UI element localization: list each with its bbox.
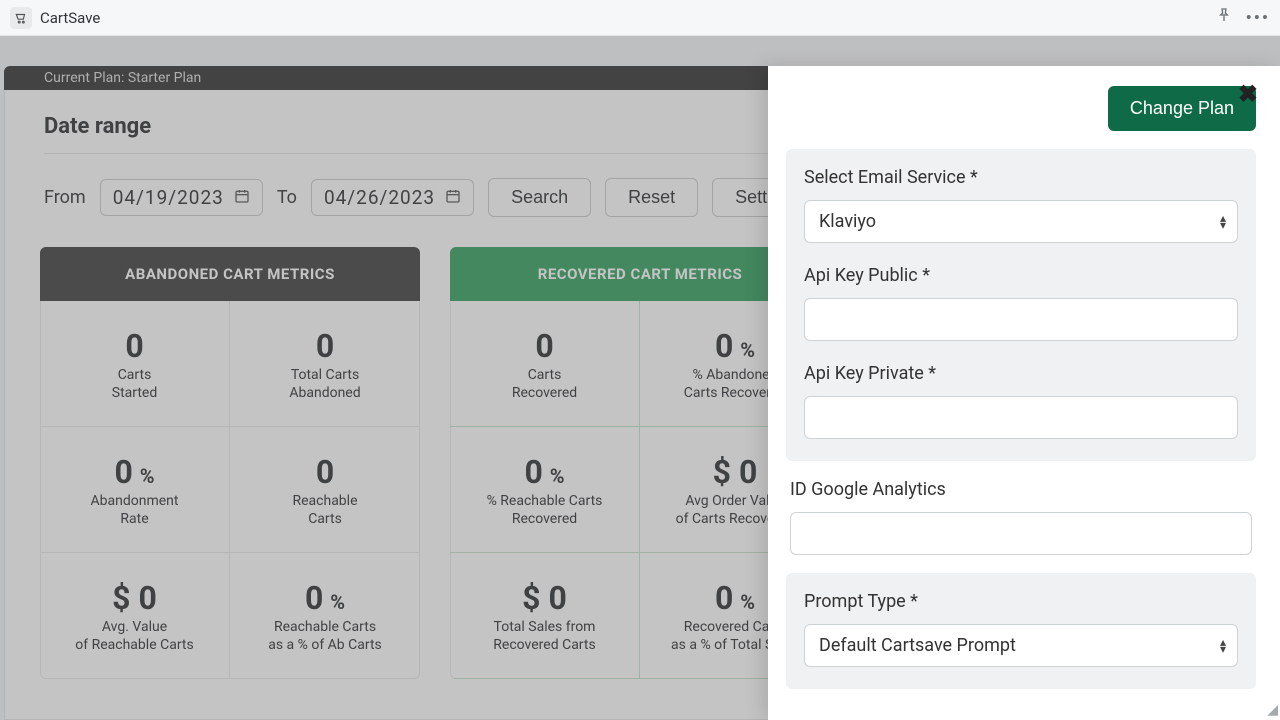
email-service-value: Klaviyo (804, 200, 1238, 243)
settings-panel-body: Change Plan Select Email Service * Klavi… (768, 66, 1280, 720)
api-key-public-input[interactable] (804, 298, 1238, 341)
workspace: Current Plan: Starter Plan Date range Fr… (0, 36, 1280, 720)
close-icon[interactable]: ✖ (1238, 80, 1258, 108)
resize-handle-icon[interactable]: ◢ (1267, 702, 1278, 718)
google-analytics-block: ID Google Analytics (786, 479, 1256, 573)
pin-icon[interactable] (1216, 7, 1232, 28)
change-plan-row: Change Plan (786, 86, 1256, 131)
prompt-type-label: Prompt Type * (804, 591, 1238, 612)
google-analytics-label: ID Google Analytics (790, 479, 1252, 500)
api-key-private-input[interactable] (804, 396, 1238, 439)
prompt-type-value: Default Cartsave Prompt (804, 624, 1238, 667)
email-service-label: Select Email Service * (804, 167, 1238, 188)
google-analytics-input[interactable] (790, 512, 1252, 555)
change-plan-button[interactable]: Change Plan (1108, 86, 1256, 131)
app-title: CartSave (40, 9, 100, 27)
app-icon (10, 7, 32, 29)
api-key-public-label: Api Key Public * (804, 265, 1238, 286)
title-bar: CartSave ••• (0, 0, 1280, 36)
more-icon[interactable]: ••• (1246, 8, 1270, 28)
title-bar-right: ••• (1216, 7, 1270, 28)
settings-panel: ✖ Change Plan Select Email Service * Kla… (768, 66, 1280, 720)
email-service-select[interactable]: Klaviyo ▴▾ (804, 200, 1238, 243)
title-bar-left: CartSave (10, 7, 100, 29)
prompt-type-select[interactable]: Default Cartsave Prompt ▴▾ (804, 624, 1238, 667)
prompt-type-block: Prompt Type * Default Cartsave Prompt ▴▾ (786, 573, 1256, 689)
email-service-block: Select Email Service * Klaviyo ▴▾ Api Ke… (786, 149, 1256, 461)
api-key-private-label: Api Key Private * (804, 363, 1238, 384)
